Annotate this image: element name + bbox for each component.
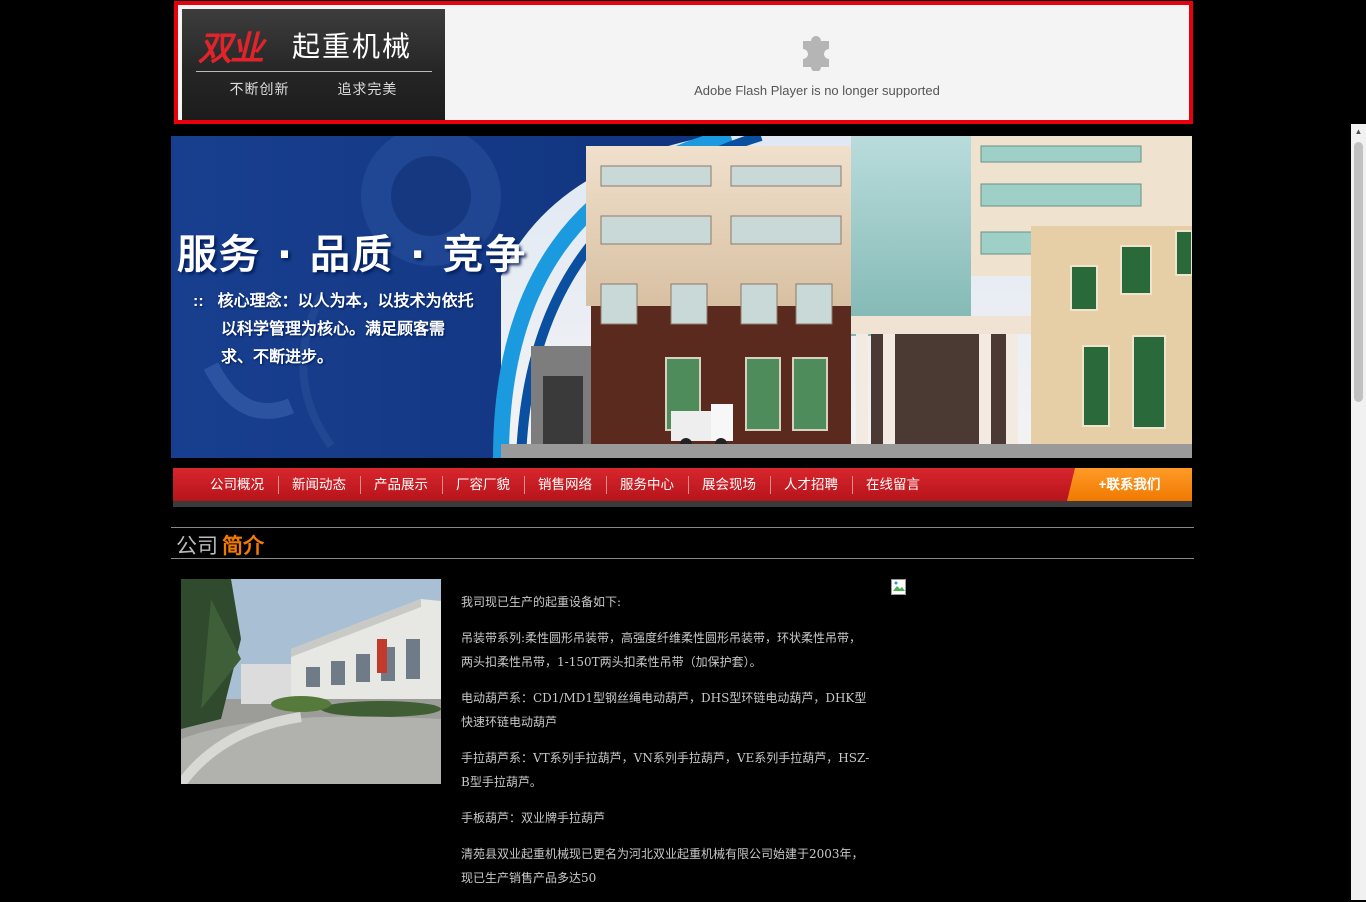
page-scrollbar[interactable]: ▲ [1351, 124, 1366, 900]
site-logo[interactable]: 双业 起重机械 不断创新 追求完美 [182, 9, 445, 120]
nav-item-factory[interactable]: 厂容厂貌 [442, 468, 524, 501]
nav-item-products[interactable]: 产品展示 [360, 468, 442, 501]
nav-item-company-overview[interactable]: 公司概况 [196, 468, 278, 501]
logo-name: 起重机械 [292, 30, 413, 63]
section-title-part-1: 公司 [176, 535, 218, 558]
logo-slogan: 不断创新 追求完美 [182, 79, 445, 99]
logo-divider [196, 71, 432, 72]
company-photo [181, 579, 441, 784]
banner-slogan: 服务 · 品质 · 竞争 [177, 232, 528, 278]
nav-item-service-center[interactable]: 服务中心 [606, 468, 688, 501]
nav-item-news[interactable]: 新闻动态 [278, 468, 360, 501]
intro-paragraph: 吊装带系列:柔性圆形吊装带，高强度纤维柔性圆形吊装带，环状柔性吊带，两头扣柔性吊… [461, 631, 862, 669]
banner-line-3: 求、不断进步。 [221, 349, 334, 366]
nav-item-message[interactable]: 在线留言 [852, 468, 934, 501]
intro-paragraph: 手拉葫芦系：VT系列手拉葫芦，VN系列手拉葫芦，VE系列手拉葫芦，HSZ-B型手… [461, 751, 870, 789]
nav-item-exhibition[interactable]: 展会现场 [688, 468, 770, 501]
banner-line-1: 核心理念：以人为本，以技术为依托 [217, 293, 474, 310]
broken-image-icon [891, 579, 906, 595]
banner-bullet: :: [193, 293, 204, 310]
scroll-up-arrow-icon[interactable]: ▲ [1351, 124, 1366, 139]
hero-banner: 服务 · 品质 · 竞争 :: 核心理念：以人为本，以技术为依托 以科学管理为核心… [171, 136, 1192, 458]
flash-placeholder: Adobe Flash Player is no longer supporte… [445, 9, 1189, 120]
logo-brand: 双业 [198, 29, 264, 69]
slogan-part-1: 不断创新 [229, 81, 290, 97]
banner-core-text: :: 核心理念：以人为本，以技术为依托 以科学管理为核心。满足顾客需 求、不断进步… [193, 288, 513, 372]
flash-message: Adobe Flash Player is no longer supporte… [694, 83, 940, 98]
scroll-thumb[interactable] [1354, 142, 1363, 402]
slogan-part-2: 追求完美 [337, 81, 398, 97]
company-intro-text: 我司现已生产的起重设备如下: 吊装带系列:柔性圆形吊装带，高强度纤维柔性圆形吊装… [461, 590, 873, 902]
company-photo-graphic [181, 579, 441, 784]
contact-us-button[interactable]: +联系我们 [1067, 468, 1192, 501]
puzzle-plugin-icon [803, 36, 829, 71]
nav-item-sales-network[interactable]: 销售网络 [524, 468, 606, 501]
banner-line-2: 以科学管理为核心。满足顾客需 [221, 321, 446, 338]
section-title-part-2: 简介 [222, 535, 264, 558]
header: 双业 起重机械 不断创新 追求完美 Adobe Flash Player is … [174, 1, 1193, 124]
main-nav: 公司概况 新闻动态 产品展示 厂容厂貌 销售网络 服务中心 展会现场 人才招聘 … [173, 468, 1192, 507]
section-header: 公司 简介 [171, 527, 1194, 559]
intro-paragraph: 清苑县双业起重机械现已更名为河北双业起重机械有限公司始建于2003年，现已生产销… [461, 847, 864, 885]
intro-paragraph: 电动葫芦系：CD1/MD1型钢丝绳电动葫芦，DHS型环链电动葫芦，DHK型快速环… [461, 691, 867, 729]
nav-item-recruitment[interactable]: 人才招聘 [770, 468, 852, 501]
intro-paragraph: 手板葫芦：双业牌手拉葫芦 [461, 811, 606, 825]
intro-paragraph: 我司现已生产的起重设备如下: [461, 595, 622, 609]
nav-list: 公司概况 新闻动态 产品展示 厂容厂貌 销售网络 服务中心 展会现场 人才招聘 … [196, 468, 934, 501]
